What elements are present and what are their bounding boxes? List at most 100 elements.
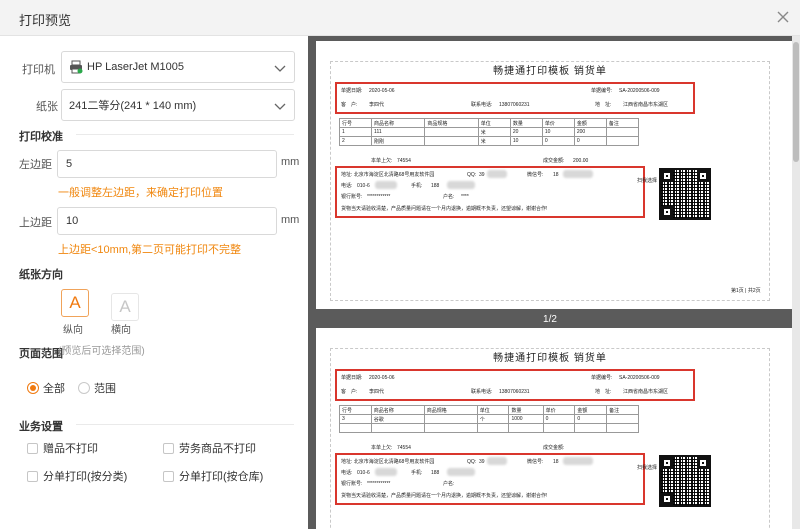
split-by-category-checkbox[interactable]: 分单打印(按分类) bbox=[27, 468, 127, 484]
redacted-qq bbox=[487, 170, 507, 178]
scan-note: 扫我选择 bbox=[637, 465, 658, 471]
doc-no-value: SA-20200506-009 bbox=[619, 375, 660, 381]
customer-label: 客 户: bbox=[341, 102, 358, 108]
split-by-category-label: 分单打印(按分类) bbox=[43, 471, 128, 483]
range-all-label: 全部 bbox=[43, 383, 65, 395]
page-range-note: (预览后可选择范围) bbox=[58, 346, 145, 357]
printer-select[interactable]: HP LaserJet M1005 bbox=[61, 51, 295, 83]
top-margin-hint: 上边距<10mm,第二页可能打印不完整 bbox=[58, 244, 242, 256]
paper-label: 纸张 bbox=[36, 101, 58, 113]
subtotal-label: 本单上欠: bbox=[371, 445, 393, 451]
page-range-section-title: 页面范围 bbox=[19, 348, 63, 360]
print-preview-area[interactable]: 畅捷通打印模板 销货单 单据日期: 2020-05-06 单据编号: SA-20… bbox=[308, 36, 800, 529]
page-indicator: 1/2 bbox=[543, 314, 557, 325]
cell bbox=[508, 423, 544, 433]
cell bbox=[423, 414, 478, 424]
page-footer: 第1页 | 共2页 bbox=[731, 288, 761, 294]
tel-value: 010-6 bbox=[357, 183, 370, 189]
col-header: 商品规格 bbox=[424, 118, 479, 128]
qq-value: 39 bbox=[479, 459, 485, 465]
account-name-value: **** bbox=[461, 194, 469, 200]
close-icon[interactable] bbox=[774, 8, 792, 26]
account-value: ************ bbox=[367, 481, 391, 487]
deal-amount-value: 200.00 bbox=[573, 158, 589, 164]
split-by-warehouse-checkbox[interactable]: 分单打印(按仓库) bbox=[163, 468, 263, 484]
col-header: 行号 bbox=[339, 405, 372, 415]
mobile-label: 手机: bbox=[411, 470, 423, 476]
preview-scrollbar[interactable] bbox=[792, 36, 800, 529]
cell bbox=[339, 423, 372, 433]
subtotal-value: 74554 bbox=[397, 158, 411, 164]
scrollbar-thumb[interactable] bbox=[793, 42, 799, 162]
cell bbox=[370, 423, 425, 433]
window-title: 打印预览 bbox=[19, 13, 72, 28]
deal-amount-label: 成交金额: bbox=[543, 445, 565, 451]
phone-value: 13807060231 bbox=[499, 389, 530, 395]
range-all-radio[interactable]: 全部 bbox=[27, 380, 65, 396]
landscape-option[interactable]: A bbox=[111, 293, 139, 321]
cell: 3 bbox=[339, 414, 372, 424]
left-margin-label: 左边距 bbox=[19, 159, 52, 171]
portrait-option[interactable]: A bbox=[61, 289, 89, 317]
qr-finder bbox=[661, 206, 673, 218]
cell bbox=[423, 423, 478, 433]
header-highlight-box bbox=[335, 369, 695, 401]
col-header: 单价 bbox=[542, 405, 576, 415]
range-custom-radio[interactable]: 范围 bbox=[78, 380, 116, 396]
cell bbox=[542, 423, 576, 433]
table-row: 3 谷歌 个 1000 0 0 bbox=[339, 414, 639, 424]
paper-select[interactable]: 241二等分(241 * 140 mm) bbox=[61, 89, 295, 121]
subtotal-label: 本单上欠: bbox=[371, 158, 393, 164]
redacted-mobile bbox=[447, 181, 475, 189]
items-table: 行号 商品名称 商品规格 单位 数量 单价 金额 备注 1 111 米 20 1… bbox=[338, 118, 640, 146]
radio-dot bbox=[78, 382, 90, 394]
gift-no-print-label: 赠品不打印 bbox=[43, 443, 98, 455]
cell: 刚刚 bbox=[371, 136, 426, 146]
date-label: 单据日期: bbox=[341, 88, 363, 94]
col-header: 单价 bbox=[541, 118, 575, 128]
left-margin-unit: mm bbox=[281, 156, 300, 168]
doc-no-label: 单据编号: bbox=[591, 375, 613, 381]
landscape-label: 横向 bbox=[111, 325, 131, 336]
redacted-tel bbox=[375, 468, 397, 476]
gift-no-print-checkbox[interactable]: 赠品不打印 bbox=[27, 440, 98, 456]
table-header-row: 行号 商品名称 商品规格 单位 数量 单价 金额 备注 bbox=[338, 118, 640, 128]
cell: 谷歌 bbox=[370, 414, 425, 424]
items-table: 行号 商品名称 商品规格 单位 数量 单价 金额 备注 3 谷歌 个 1000 … bbox=[339, 405, 639, 433]
portrait-label: 纵向 bbox=[63, 325, 83, 336]
service-no-print-checkbox[interactable]: 劳务商品不打印 bbox=[163, 440, 256, 456]
qr-finder bbox=[661, 493, 673, 505]
col-header: 行号 bbox=[338, 118, 373, 128]
qr-finder bbox=[661, 170, 673, 182]
business-divider bbox=[76, 424, 294, 425]
title-bar: 打印预览 bbox=[0, 0, 800, 36]
redacted-mobile bbox=[447, 468, 475, 476]
qr-finder bbox=[697, 170, 709, 182]
cell bbox=[476, 423, 510, 433]
col-header: 商品名称 bbox=[370, 405, 425, 415]
qq-value: 39 bbox=[479, 172, 485, 178]
doc-no-label: 单据编号: bbox=[591, 88, 613, 94]
col-header: 商品名称 bbox=[371, 118, 426, 128]
left-margin-input[interactable]: 5 bbox=[57, 150, 277, 178]
account-label: 银行账号: bbox=[341, 481, 363, 487]
cell: 20 bbox=[509, 127, 543, 137]
redacted-qq bbox=[487, 457, 507, 465]
mobile-value: 188 bbox=[431, 470, 440, 476]
table-row: 2 刚刚 米 10 0 0 bbox=[338, 136, 640, 146]
service-no-print-label: 劳务商品不打印 bbox=[179, 443, 256, 455]
cell bbox=[606, 423, 639, 433]
cell bbox=[605, 136, 640, 146]
customer-value: 李四代 bbox=[369, 389, 385, 395]
tel-label: 电话: bbox=[341, 183, 353, 189]
phone-value: 13807060231 bbox=[499, 102, 530, 108]
paper-value: 241二等分(241 * 140 mm) bbox=[69, 100, 197, 112]
account-name-label: 户名: bbox=[443, 194, 455, 200]
date-value: 2020-05-06 bbox=[369, 88, 395, 94]
checkbox-box bbox=[27, 470, 38, 482]
portrait-glyph: A bbox=[69, 293, 81, 312]
company-address: 地址: 北京市海淀区北清路68号用友软件园 bbox=[341, 172, 435, 178]
top-margin-input[interactable]: 10 bbox=[57, 207, 277, 235]
top-margin-value: 10 bbox=[66, 215, 79, 227]
cell: 米 bbox=[477, 127, 511, 137]
